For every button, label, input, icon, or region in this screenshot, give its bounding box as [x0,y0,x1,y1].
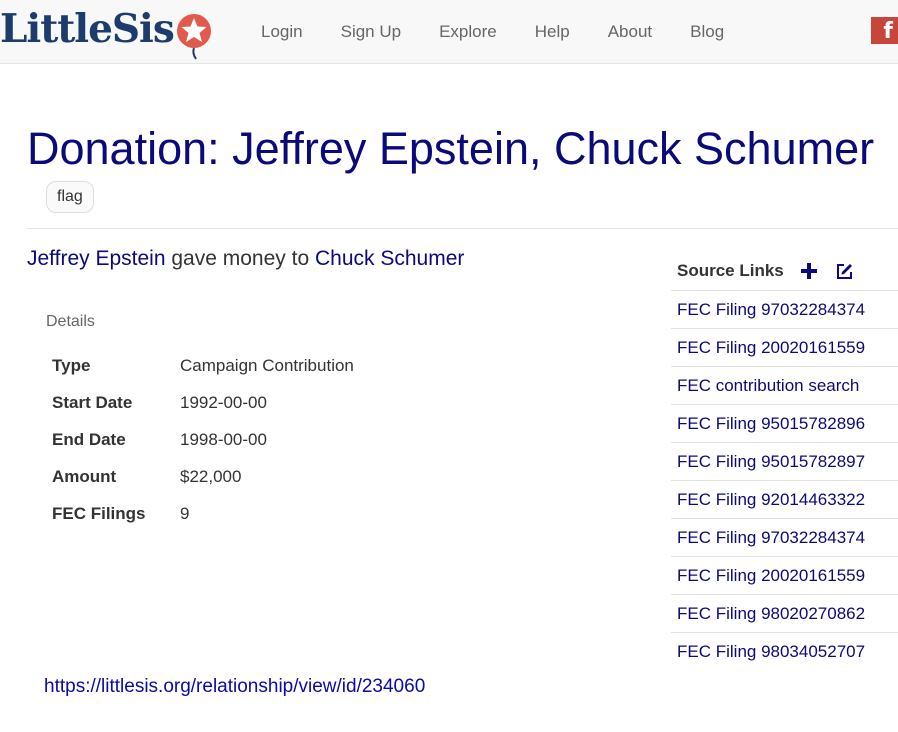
details-value: $22,000 [180,466,242,486]
details-row: End Date 1998-00-00 [52,421,354,458]
details-table: Type Campaign Contribution Start Date 19… [52,347,354,532]
page-title: Donation: Jeffrey Epstein, Chuck Schumer [27,123,875,174]
source-links-title: Source Links [677,261,784,280]
source-links-list: FEC Filing 97032284374 FEC Filing 200201… [671,290,898,670]
source-link[interactable]: FEC Filing 97032284374 [671,518,898,556]
details-row: Type Campaign Contribution [52,347,354,384]
nav-blog[interactable]: Blog [671,22,743,42]
plus-icon[interactable] [798,260,820,282]
source-link[interactable]: FEC Filing 98020270862 [671,594,898,632]
source-link[interactable]: FEC Filing 95015782897 [671,442,898,480]
source-link[interactable]: FEC Filing 95015782896 [671,404,898,442]
details-key: End Date [52,429,126,449]
source-link[interactable]: FEC Filing 20020161559 [671,556,898,594]
divider [27,228,898,229]
details-key: FEC Filings [52,503,146,523]
source-link[interactable]: FEC Filing 20020161559 [671,328,898,366]
nav-help[interactable]: Help [516,22,589,42]
source-links-panel: Source Links FEC Filing 97032284374 FEC … [671,252,898,670]
person-star-icon [176,13,212,60]
details-key: Type [52,355,91,375]
details-key: Start Date [52,392,133,412]
entity-link-schumer[interactable]: Chuck Schumer [315,247,464,270]
details-row: FEC Filings 9 [52,495,354,532]
edit-icon[interactable] [834,260,856,282]
details-heading: Details [46,313,95,330]
details-row: Amount $22,000 [52,458,354,495]
relationship-verb: gave money to [171,247,310,270]
details-key: Amount [52,466,117,486]
entity-link-epstein[interactable]: Jeffrey Epstein [27,247,166,270]
source-link[interactable]: FEC Filing 98034052707 [671,632,898,670]
source-link[interactable]: FEC contribution search [671,366,898,404]
nav-login[interactable]: Login [242,22,322,42]
logo-text: LittleSis [0,6,175,52]
page: LittleSis Login Sign Up Explore Help Abo… [0,0,898,732]
nav-links: Login Sign Up Explore Help About Blog [242,0,743,63]
details-row: Start Date 1992-00-00 [52,384,354,421]
details-value: 9 [180,503,190,523]
flag-button[interactable]: flag [46,181,94,213]
details-value: 1992-00-00 [180,392,267,412]
source-link[interactable]: FEC Filing 92014463322 [671,480,898,518]
navbar: LittleSis Login Sign Up Explore Help Abo… [0,0,898,64]
facebook-icon[interactable]: f [871,17,898,44]
nav-about[interactable]: About [589,22,671,42]
source-link[interactable]: FEC Filing 97032284374 [671,290,898,328]
details-value: 1998-00-00 [180,429,267,449]
nav-sign-up[interactable]: Sign Up [322,22,420,42]
nav-explore[interactable]: Explore [420,22,516,42]
details-value: Campaign Contribution [180,355,354,375]
logo[interactable]: LittleSis [0,6,212,60]
page-url[interactable]: https://littlesis.org/relationship/view/… [44,676,425,698]
source-links-header: Source Links [671,252,898,290]
relationship-description: Jeffrey Epstein gave money to Chuck Schu… [27,245,464,273]
